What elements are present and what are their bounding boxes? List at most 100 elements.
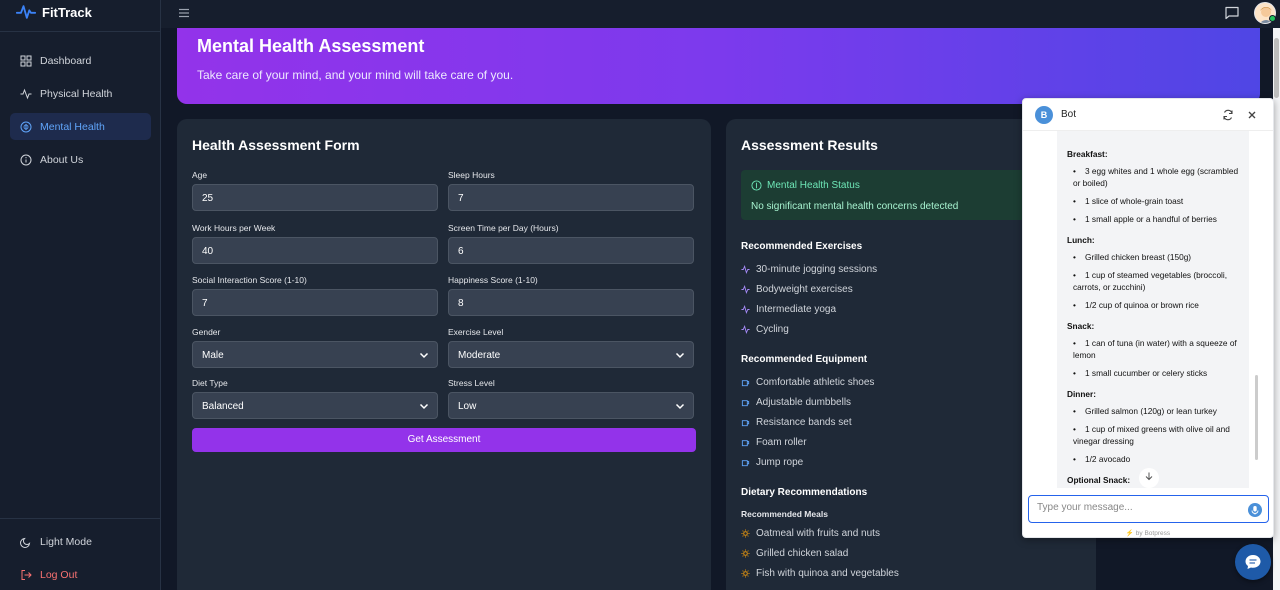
sidebar-item-dashboard[interactable]: Dashboard: [10, 47, 151, 74]
equipment-label: Foam roller: [756, 437, 807, 449]
bot-name: Bot: [1061, 109, 1077, 120]
bot-message: Breakfast: 3 egg whites and 1 whole egg …: [1057, 131, 1249, 488]
light-mode-toggle[interactable]: Light Mode: [10, 528, 92, 555]
age-input[interactable]: 25: [192, 184, 438, 211]
screen-time-field: Screen Time per Day (Hours) 6: [448, 223, 694, 264]
brain-icon: [751, 180, 762, 191]
scroll-down-button[interactable]: [1139, 468, 1159, 488]
logout-button[interactable]: Log Out: [10, 561, 77, 588]
activity-icon: [741, 264, 750, 274]
meal-label: Grilled chicken salad: [756, 547, 849, 559]
diet-title: Dietary Recommendations: [741, 487, 868, 498]
refresh-icon[interactable]: [1222, 109, 1234, 121]
chatbot-window: B Bot Breakfast: 3 egg whites and 1 whol…: [1022, 98, 1274, 538]
activity-icon: [20, 88, 32, 99]
sidebar-item-label: Mental Health: [40, 120, 105, 133]
sidebar-footer-divider: [0, 518, 161, 519]
meals-list: Oatmeal with fruits and nuts Grilled chi…: [741, 523, 899, 584]
moon-icon: [20, 537, 31, 548]
chat-launcher-button[interactable]: [1235, 544, 1271, 580]
chat-message-area[interactable]: Breakfast: 3 egg whites and 1 whole egg …: [1057, 131, 1249, 488]
meal-label: Fish with quinoa and vegetables: [756, 567, 899, 579]
stress-level-field: Stress Level Low: [448, 378, 694, 419]
powered-by-label: ⚡ by Botpress: [1125, 530, 1171, 537]
chat-input-box[interactable]: [1028, 495, 1269, 523]
happiness-score-input[interactable]: 8: [448, 289, 694, 316]
list-item: 1 cup of steamed vegetables (broccoli, c…: [1067, 269, 1239, 293]
chevron-down-icon: [675, 403, 685, 410]
cup-icon: [741, 440, 750, 447]
sun-icon: [741, 549, 750, 558]
logout-icon: [21, 569, 32, 580]
light-mode-label: Light Mode: [40, 535, 92, 548]
list-item: Oatmeal with fruits and nuts: [741, 523, 899, 543]
work-hours-label: Work Hours per Week: [192, 223, 276, 233]
gender-value: Male: [202, 350, 224, 361]
exercise-label: Intermediate yoga: [756, 303, 837, 315]
cup-icon: [741, 420, 750, 427]
chevron-down-icon: [419, 352, 429, 359]
sidebar-item-physical-health[interactable]: Physical Health: [10, 80, 151, 107]
work-hours-field: Work Hours per Week 40: [192, 223, 438, 264]
list-item: 1 small apple or a handful of berries: [1067, 213, 1239, 225]
social-score-label: Social Interaction Score (1-10): [192, 275, 307, 285]
page-banner: Mental Health Assessment Take care of yo…: [177, 28, 1260, 104]
sidebar-item-about-us[interactable]: About Us: [10, 146, 151, 173]
list-item: 1 can of tuna (in water) with a squeeze …: [1067, 337, 1239, 361]
equipment-label: Resistance bands set: [756, 416, 852, 428]
hamburger-menu-icon[interactable]: [177, 6, 191, 20]
exercise-level-select[interactable]: Moderate: [448, 341, 694, 368]
sidebar-nav: Dashboard Physical Health Mental Health …: [10, 47, 151, 179]
meal-label: Oatmeal with fruits and nuts: [756, 527, 880, 539]
microphone-button[interactable]: [1248, 503, 1262, 517]
diet-type-field: Diet Type Balanced: [192, 378, 438, 419]
close-icon[interactable]: [1246, 109, 1258, 121]
sleep-hours-input[interactable]: 7: [448, 184, 694, 211]
page-scrollbar[interactable]: [1273, 28, 1280, 590]
results-title: Assessment Results: [741, 137, 878, 153]
breakfast-heading: Breakfast:: [1067, 149, 1108, 159]
work-hours-input[interactable]: 40: [192, 237, 438, 264]
list-item: 3 egg whites and 1 whole egg (scrambled …: [1067, 165, 1239, 189]
message-icon[interactable]: [1224, 5, 1240, 21]
exercise-level-label: Exercise Level: [448, 327, 504, 337]
screen-time-label: Screen Time per Day (Hours): [448, 223, 559, 233]
activity-icon: [741, 325, 750, 335]
status-alert: Mental Health Status No significant ment…: [741, 170, 1031, 220]
activity-icon: [741, 304, 750, 314]
stress-level-select[interactable]: Low: [448, 392, 694, 419]
app-logo[interactable]: FitTrack: [16, 3, 92, 21]
lunch-heading: Lunch:: [1067, 235, 1095, 246]
age-field: Age 25: [192, 170, 438, 211]
page-scrollbar-thumb[interactable]: [1274, 38, 1279, 98]
sidebar-item-label: Physical Health: [40, 87, 113, 100]
app-name: FitTrack: [42, 4, 92, 20]
list-item: Intermediate yoga: [741, 299, 877, 319]
gender-select[interactable]: Male: [192, 341, 438, 368]
sidebar-item-mental-health[interactable]: Mental Health: [10, 113, 151, 140]
assessment-form-card: Health Assessment Form Age 25 Sleep Hour…: [177, 119, 711, 590]
diet-type-label: Diet Type: [192, 378, 228, 388]
chat-message-input[interactable]: [1037, 502, 1237, 513]
get-assessment-button[interactable]: Get Assessment: [192, 428, 696, 452]
activity-icon: [741, 284, 750, 294]
chevron-down-icon: [675, 352, 685, 359]
happiness-score-label: Happiness Score (1-10): [448, 275, 538, 285]
status-text: No significant mental health concerns de…: [751, 201, 959, 212]
list-item: Fish with quinoa and vegetables: [741, 563, 899, 583]
diet-type-value: Balanced: [202, 401, 244, 412]
screen-time-input[interactable]: 6: [448, 237, 694, 264]
equipment-label: Adjustable dumbbells: [756, 396, 852, 408]
chat-scrollbar[interactable]: [1255, 375, 1258, 460]
social-score-field: Social Interaction Score (1-10) 7: [192, 275, 438, 316]
list-item: 1 cup of mixed greens with olive oil and…: [1067, 423, 1239, 447]
social-score-input[interactable]: 7: [192, 289, 438, 316]
list-item: 1 small cucumber or celery sticks: [1067, 367, 1239, 379]
sidebar-divider: [0, 31, 161, 32]
sidebar: FitTrack Dashboard Physical Health Menta…: [0, 0, 161, 590]
pulse-icon: [16, 5, 36, 19]
list-item: Cycling: [741, 320, 877, 340]
diet-type-select[interactable]: Balanced: [192, 392, 438, 419]
chevron-down-icon: [419, 403, 429, 410]
info-icon: [20, 154, 32, 165]
